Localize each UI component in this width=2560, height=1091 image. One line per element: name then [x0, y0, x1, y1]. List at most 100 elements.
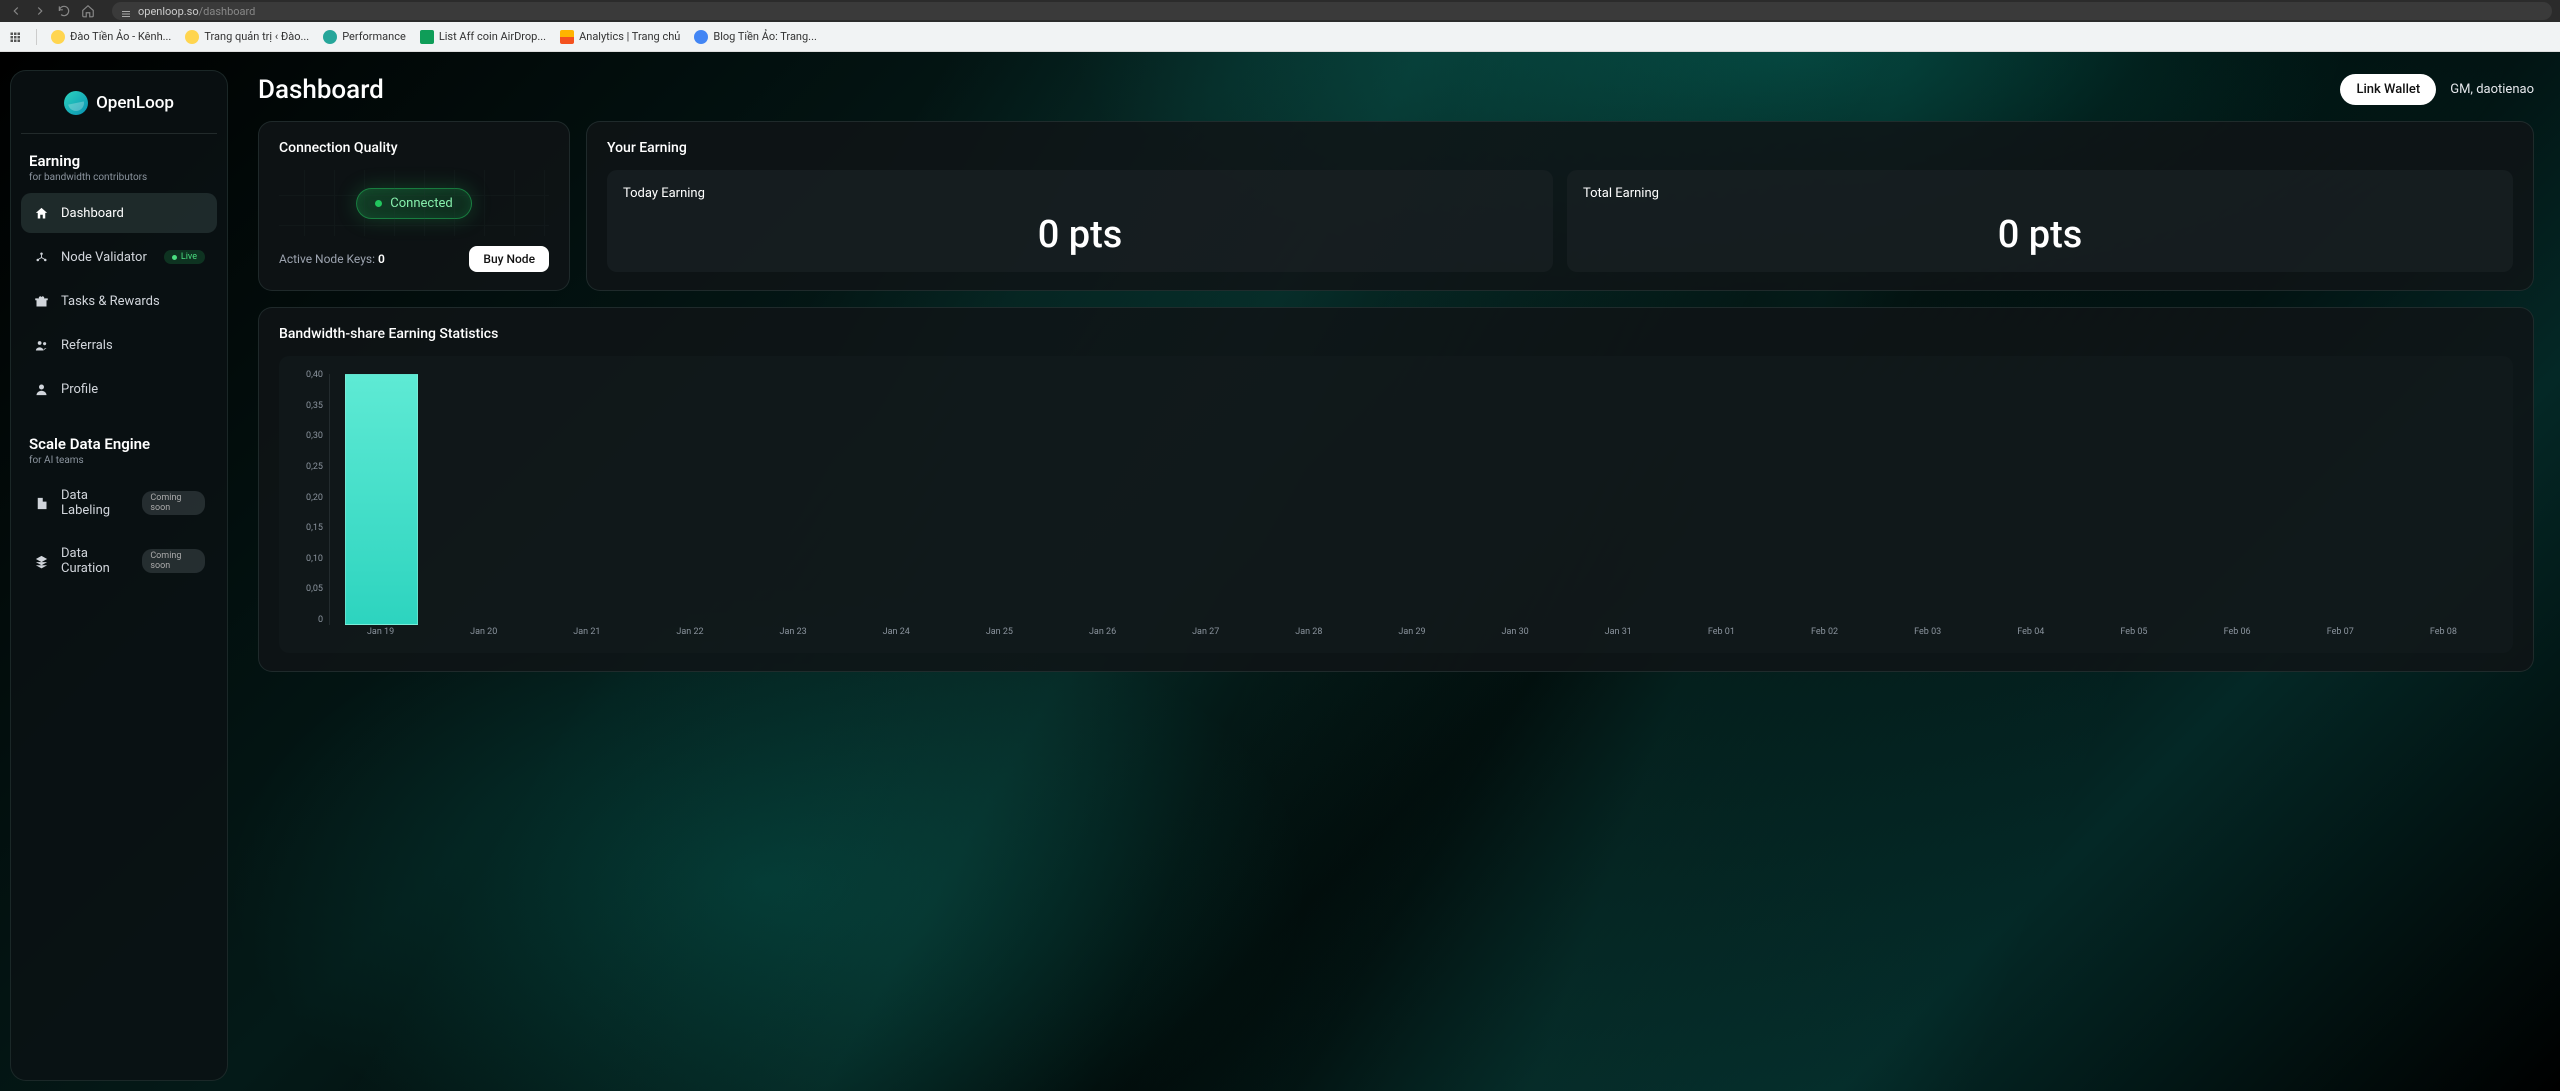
bookmark-label: Analytics | Trang chủ [579, 30, 680, 43]
users-icon [33, 337, 49, 353]
tag-icon [33, 495, 49, 511]
x-tick: Feb 08 [2392, 627, 2495, 645]
sidebar-item-data-labeling[interactable]: Data Labeling Coming soon [21, 476, 217, 530]
home-icon [33, 205, 49, 221]
logo-mark-icon [64, 91, 88, 115]
bookmark-icon [51, 30, 65, 44]
bandwidth-stats-card: Bandwidth-share Earning Statistics 0,400… [258, 307, 2534, 672]
badge-soon: Coming soon [142, 549, 205, 573]
today-earning-value: 0 pts [1038, 213, 1123, 257]
bookmark-item[interactable]: Blog Tiền Ảo: Trang... [694, 30, 817, 44]
your-earning-card: Your Earning Today Earning 0 pts Total E… [586, 121, 2534, 291]
x-tick: Feb 01 [1670, 627, 1773, 645]
x-tick: Jan 28 [1257, 627, 1360, 645]
sidebar-item-label: Dashboard [61, 206, 124, 221]
active-node-keys-text: Active Node Keys: 0 [279, 252, 385, 266]
x-tick: Jan 25 [948, 627, 1051, 645]
badge-live: Live [164, 250, 205, 264]
bookmark-label: Performance [342, 30, 406, 43]
sidebar-item-data-curation[interactable]: Data Curation Coming soon [21, 534, 217, 588]
bookmark-item[interactable]: Trang quản trị ‹ Đào... [185, 30, 309, 44]
section-title: Scale Data Engine [29, 435, 209, 453]
logo-text: OpenLoop [96, 93, 174, 113]
x-tick: Feb 06 [2186, 627, 2289, 645]
x-tick: Feb 07 [2289, 627, 2392, 645]
x-tick: Feb 05 [2082, 627, 2185, 645]
x-tick: Jan 21 [535, 627, 638, 645]
sidebar-item-label: Data Curation [61, 546, 130, 576]
x-tick: Jan 27 [1154, 627, 1257, 645]
connection-status-pill: Connected [356, 188, 471, 219]
total-earning-value: 0 pts [1998, 213, 2083, 257]
buy-node-button[interactable]: Buy Node [469, 246, 549, 272]
sidebar-item-node-validator[interactable]: Node Validator Live [21, 237, 217, 277]
bookmark-icon [323, 30, 337, 44]
reload-button[interactable] [56, 3, 72, 19]
x-tick: Feb 03 [1876, 627, 1979, 645]
y-tick: 0,40 [293, 370, 323, 380]
user-icon [33, 381, 49, 397]
x-axis: Jan 19Jan 20Jan 21Jan 22Jan 23Jan 24Jan … [329, 627, 2495, 645]
earn-label: Total Earning [1583, 186, 2497, 201]
sidebar-item-label: Tasks & Rewards [61, 294, 160, 309]
bookmark-label: Blog Tiền Ảo: Trang... [713, 30, 817, 43]
section-earning-head: Earning for bandwidth contributors [21, 152, 217, 183]
card-title: Bandwidth-share Earning Statistics [279, 326, 2513, 342]
y-tick: 0,20 [293, 493, 323, 503]
y-tick: 0,30 [293, 431, 323, 441]
bookmark-icon [420, 30, 434, 44]
site-settings-icon[interactable] [120, 5, 132, 17]
plot-area [329, 374, 2495, 625]
logo[interactable]: OpenLoop [21, 91, 217, 134]
y-tick: 0,10 [293, 554, 323, 564]
chart-container: 0,40 0,35 0,30 0,25 0,20 0,15 0,10 0,05 0 Jan 19… [279, 356, 2513, 653]
forward-button[interactable] [32, 3, 48, 19]
x-tick: Jan 30 [1464, 627, 1567, 645]
bookmark-icon [185, 30, 199, 44]
sidebar-item-label: Node Validator [61, 250, 147, 265]
browser-toolbar: openloop.so/dashboard [0, 0, 2560, 22]
card-title: Your Earning [607, 140, 2513, 156]
sidebar-item-profile[interactable]: Profile [21, 369, 217, 409]
sidebar-item-dashboard[interactable]: Dashboard [21, 193, 217, 233]
x-tick: Jan 23 [742, 627, 845, 645]
y-tick: 0,05 [293, 584, 323, 594]
x-tick: Jan 26 [1051, 627, 1154, 645]
bookmark-label: Đào Tiền Ảo - Kênh... [70, 30, 171, 43]
y-axis: 0,40 0,35 0,30 0,25 0,20 0,15 0,10 0,05 0 [293, 370, 323, 625]
connection-quality-card: Connection Quality Connected Active Node… [258, 121, 570, 291]
bookmark-icon [694, 30, 708, 44]
gift-icon [33, 293, 49, 309]
bookmark-item[interactable]: Đào Tiền Ảo - Kênh... [51, 30, 171, 44]
address-bar[interactable]: openloop.so/dashboard [112, 2, 2552, 20]
sidebar-item-tasks-rewards[interactable]: Tasks & Rewards [21, 281, 217, 321]
bookmark-label: List Aff coin AirDrop... [439, 30, 546, 43]
section-title: Earning [29, 152, 209, 170]
y-tick: 0,15 [293, 523, 323, 533]
status-text: Connected [390, 196, 452, 211]
y-tick: 0,25 [293, 462, 323, 472]
bookmark-label: Trang quản trị ‹ Đào... [204, 30, 309, 43]
x-tick: Jan 20 [432, 627, 535, 645]
badge-soon: Coming soon [142, 491, 205, 515]
x-tick: Jan 24 [845, 627, 948, 645]
home-button[interactable] [80, 3, 96, 19]
bookmark-item[interactable]: Analytics | Trang chủ [560, 30, 680, 44]
url-text: openloop.so/dashboard [138, 5, 255, 18]
y-tick: 0,35 [293, 401, 323, 411]
nodes-icon [33, 249, 49, 265]
x-tick: Jan 22 [638, 627, 741, 645]
x-tick: Jan 29 [1360, 627, 1463, 645]
main-content: Dashboard Link Wallet GM, daotienao Conn… [228, 52, 2560, 1091]
page-title: Dashboard [258, 75, 384, 105]
sidebar-item-label: Profile [61, 382, 98, 397]
x-tick: Jan 31 [1567, 627, 1670, 645]
sidebar-item-referrals[interactable]: Referrals [21, 325, 217, 365]
bookmark-item[interactable]: Performance [323, 30, 406, 44]
back-button[interactable] [8, 3, 24, 19]
link-wallet-button[interactable]: Link Wallet [2340, 74, 2436, 105]
bookmark-item[interactable]: List Aff coin AirDrop... [420, 30, 546, 44]
today-earning-box: Today Earning 0 pts [607, 170, 1553, 272]
y-tick: 0 [293, 615, 323, 625]
apps-icon[interactable] [8, 30, 22, 44]
